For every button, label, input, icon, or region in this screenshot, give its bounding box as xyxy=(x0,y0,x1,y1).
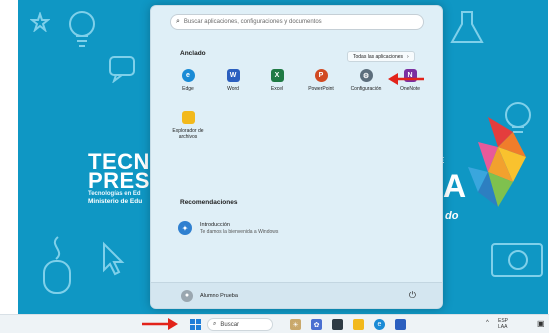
pinned-app-label: Edge xyxy=(182,86,194,92)
pinned-app-edge[interactable]: e Edge xyxy=(166,69,210,92)
gear-icon: ⚙ xyxy=(359,69,373,82)
star-doodle xyxy=(30,12,50,32)
chevron-right-icon: › xyxy=(407,53,409,60)
start-menu-footer: ● Alumno Prueba ⏻ xyxy=(151,282,442,308)
pinned-app-label: PowerPoint xyxy=(308,86,334,92)
search-icon: ⌕ xyxy=(176,18,180,25)
pinned-app-label: Excel xyxy=(270,86,284,92)
lightbulb-doodle xyxy=(69,11,95,47)
cursor-doodle xyxy=(103,241,125,276)
power-icon[interactable]: ⏻ xyxy=(409,290,416,301)
start-button[interactable] xyxy=(190,319,201,330)
teams-chat-icon[interactable]: ✿ xyxy=(311,319,322,330)
flask-doodle xyxy=(450,11,484,43)
pinned-app-settings[interactable]: ⚙ Configuración xyxy=(344,69,388,92)
edge-icon[interactable]: e xyxy=(374,319,385,330)
recommended-section-title: Recomendaciones xyxy=(180,199,238,206)
task-view-icon[interactable] xyxy=(332,319,343,330)
folder-icon xyxy=(181,111,195,124)
widgets-icon[interactable]: ☀ xyxy=(290,319,301,330)
pinned-app-label: Configuración xyxy=(350,86,382,92)
pinned-app-label: OneNote xyxy=(399,86,420,92)
store-icon[interactable] xyxy=(395,319,406,330)
excel-icon: X xyxy=(270,69,284,82)
pinned-section-title: Anclado xyxy=(180,50,206,57)
tips-icon: ✦ xyxy=(178,221,192,235)
chat-doodle xyxy=(109,56,135,83)
taskbar-search-input[interactable]: ⌕ Buscar xyxy=(207,318,273,331)
powerpoint-icon: P xyxy=(314,69,328,82)
network-icon[interactable]: ▣ xyxy=(537,319,545,328)
pinned-app-word[interactable]: W Word xyxy=(211,69,255,92)
start-search-placeholder: Buscar aplicaciones, configuraciones y d… xyxy=(183,19,322,25)
start-search-input[interactable]: ⌕ Buscar aplicaciones, configuraciones y… xyxy=(170,14,424,30)
language-indicator[interactable]: ESP LAA xyxy=(498,318,508,330)
word-icon: W xyxy=(226,69,240,82)
annotation-arrow-start xyxy=(142,318,178,330)
windows-logo-icon xyxy=(190,319,195,324)
language-line2: LAA xyxy=(498,324,508,330)
pinned-app-label: Explorador de archivos xyxy=(172,128,204,140)
annotation-arrow-settings xyxy=(388,73,424,85)
taskbar: ⌕ Buscar ☀ ✿ e ^ ESP LAA ▣ xyxy=(0,314,549,333)
mouse-doodle xyxy=(43,236,71,294)
folder-icon[interactable] xyxy=(353,319,364,330)
all-apps-label: Todas las aplicaciones xyxy=(353,53,404,60)
recommended-item-intro[interactable]: ✦ Introducción Te damos la bienvenida a … xyxy=(178,221,278,235)
brand-logo-right-graphic xyxy=(468,117,526,207)
pinned-app-file-explorer[interactable]: Explorador de archivos xyxy=(166,111,210,140)
user-name[interactable]: Alumno Prueba xyxy=(200,293,238,299)
pinned-app-label: Word xyxy=(227,86,239,92)
tray-overflow-icon[interactable]: ^ xyxy=(486,320,489,326)
brand-right-subtitle: do xyxy=(445,210,459,222)
edge-icon: e xyxy=(181,69,195,82)
recommended-item-subtitle: Te damos la bienvenida a Windows xyxy=(200,228,279,235)
pinned-app-powerpoint[interactable]: P PowerPoint xyxy=(299,69,343,92)
user-avatar-icon[interactable]: ● xyxy=(181,289,193,302)
all-apps-button[interactable]: Todas las aplicaciones › xyxy=(347,51,415,62)
start-menu: ⌕ Buscar aplicaciones, configuraciones y… xyxy=(150,5,443,309)
brand-right-letter: A xyxy=(443,168,467,204)
pinned-app-excel[interactable]: X Excel xyxy=(255,69,299,92)
taskbar-search-placeholder: Buscar xyxy=(220,321,240,328)
search-icon: ⌕ xyxy=(213,321,217,327)
monitor-doodle xyxy=(491,243,543,277)
recommended-item-title: Introducción xyxy=(200,221,230,228)
